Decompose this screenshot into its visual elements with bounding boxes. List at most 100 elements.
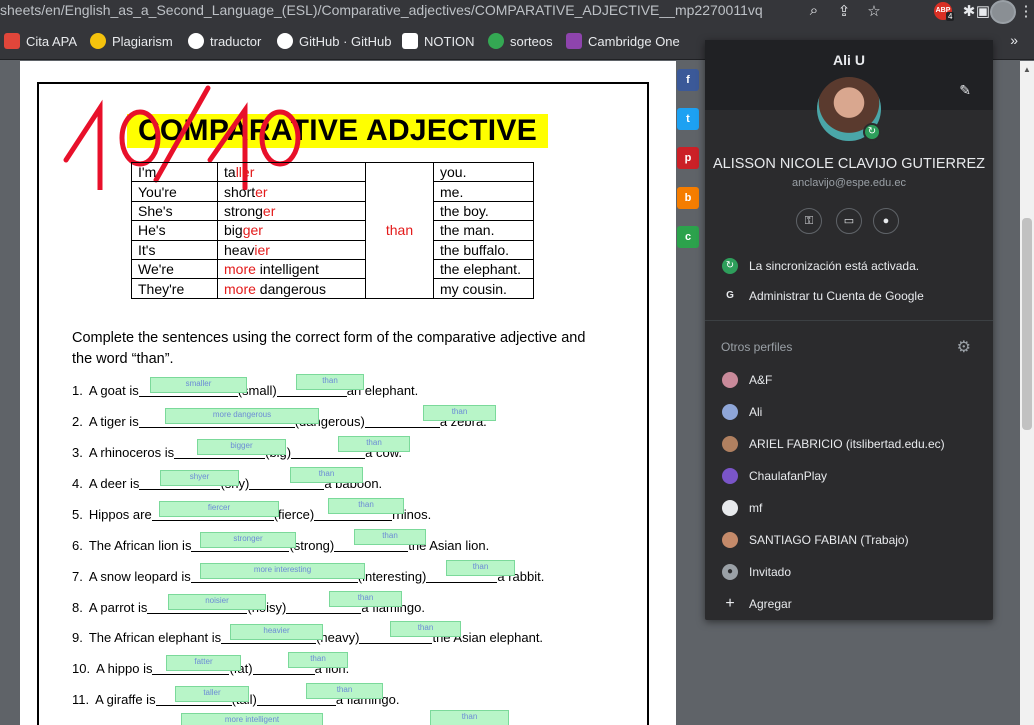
url-text[interactable]: sheets/en/English_as_a_Second_Language_(…	[0, 2, 763, 18]
subject-cell: They're	[131, 278, 218, 299]
question-text: 4.	[72, 476, 83, 491]
answer-input[interactable]: smaller	[150, 377, 247, 393]
star-icon[interactable]: ☆	[864, 2, 884, 20]
answer-input[interactable]: shyer	[160, 470, 239, 486]
facebook-icon[interactable]: f	[677, 69, 699, 91]
object-cell: my cousin.	[433, 278, 534, 299]
answer-input[interactable]: more intelligent	[181, 713, 323, 725]
table-row: We're more intelligent the elephant.	[131, 258, 534, 280]
than-input[interactable]: than	[328, 498, 404, 514]
payment-card-icon[interactable]: ▭	[836, 208, 862, 234]
profile-avatar-button[interactable]	[990, 0, 1016, 24]
answer-input[interactable]: heavier	[230, 624, 323, 640]
profile-item[interactable]: A&F	[705, 372, 993, 392]
more-bookmarks-icon[interactable]: »	[1010, 32, 1018, 48]
answer-input[interactable]: more dangerous	[165, 408, 319, 424]
adjective-cell: more intelligent	[217, 258, 366, 280]
passwords-key-icon[interactable]: ⚿	[796, 208, 822, 234]
profile-item[interactable]: ChaulafanPlay	[705, 468, 993, 488]
bookmark-icon	[4, 33, 20, 49]
guest-profile-row[interactable]: ● Invitado	[705, 564, 993, 584]
question-text: 2.	[72, 414, 83, 429]
than-input[interactable]: than	[290, 467, 363, 483]
subject-cell: We're	[131, 258, 218, 280]
subject-cell: I'm	[131, 161, 218, 183]
classroom-icon[interactable]: c	[677, 226, 699, 248]
share-icon[interactable]: ⇪	[834, 2, 854, 20]
menu-icon[interactable]: ⋮	[1016, 2, 1034, 20]
answer-input[interactable]: fatter	[166, 655, 241, 671]
addresses-location-icon[interactable]: ●	[873, 208, 899, 234]
sync-status-row[interactable]: ↻ La sincronización está activada.	[705, 258, 993, 278]
than-input[interactable]: than	[354, 529, 426, 545]
answer-input[interactable]: fiercer	[159, 501, 279, 517]
question-text: (interesting)	[357, 569, 427, 584]
question-text: Hippos are	[88, 507, 152, 522]
scrollbar-thumb[interactable]	[1022, 218, 1032, 430]
subject-cell: It's	[131, 239, 218, 260]
question-text: A snow leopard is	[88, 569, 191, 584]
toolbar-icons: ⌕ ⇪ ☆ ABP 4 ✱ ▣ ⋮	[764, 0, 1034, 24]
object-cell: the elephant.	[433, 258, 534, 280]
notion-icon	[402, 33, 418, 49]
scroll-up-arrow-icon[interactable]: ▲	[1023, 65, 1031, 74]
adjective-cell: shorter	[217, 181, 366, 202]
object-cell: you.	[433, 161, 534, 183]
bookmark-notion[interactable]: NOTION	[402, 33, 475, 49]
question-text: A hippo is	[96, 661, 153, 676]
than-input[interactable]: than	[288, 652, 348, 668]
profile-avatar-icon	[722, 532, 738, 548]
profile-item-label: A&F	[749, 373, 773, 387]
bookmark-plagiarism[interactable]: Plagiarism	[90, 33, 173, 49]
answer-input[interactable]: stronger	[200, 532, 296, 548]
zoom-icon[interactable]: ⌕	[804, 2, 824, 19]
manage-account-row[interactable]: G Administrar tu Cuenta de Google	[705, 288, 993, 308]
than-input[interactable]: than	[338, 436, 410, 452]
answer-input[interactable]: more interesting	[200, 563, 365, 579]
profile-avatar-icon	[722, 372, 738, 388]
than-cell: than	[365, 162, 434, 299]
add-profile-row[interactable]: + Agregar	[705, 596, 993, 616]
question-text: A giraffe is	[95, 692, 156, 707]
bookmark-traductor[interactable]: traductor	[188, 33, 261, 49]
bookmark-cambridge-one[interactable]: Cambridge One	[566, 33, 680, 49]
profile-item[interactable]: mf	[705, 500, 993, 520]
profile-full-name: ALISSON NICOLE CLAVIJO GUTIERREZ	[712, 156, 986, 172]
than-input[interactable]: than	[306, 683, 383, 699]
profile-item[interactable]: Ali	[705, 404, 993, 424]
adjective-cell: bigger	[217, 220, 366, 241]
question-text: 1.	[72, 383, 83, 398]
profile-avatar-icon	[722, 500, 738, 516]
question-text: 8.	[72, 600, 83, 615]
profile-item-label: ARIEL FABRICIO (itslibertad.edu.ec)	[749, 437, 945, 451]
gear-icon[interactable]: ⚙	[957, 337, 971, 357]
than-input[interactable]: than	[423, 405, 496, 421]
table-row: I'm taller than you.	[131, 161, 534, 299]
table-row: It's heavier the buffalo.	[131, 239, 534, 260]
bookmark-sorteos[interactable]: sorteos	[488, 33, 553, 49]
answer-input[interactable]: bigger	[197, 439, 286, 455]
than-input[interactable]: than	[390, 621, 461, 637]
search-icon	[90, 33, 106, 49]
table-row: They're more dangerous my cousin.	[131, 278, 534, 299]
question-text: 10.	[72, 661, 91, 676]
object-cell: the buffalo.	[433, 239, 534, 260]
bookmark-github[interactable]: GitHub · GitHub	[277, 33, 391, 49]
twitter-icon[interactable]: t	[677, 108, 699, 130]
than-input[interactable]: than	[430, 710, 509, 725]
blogger-icon[interactable]: b	[677, 187, 699, 209]
bookmark-cita-apa[interactable]: Cita APA	[4, 33, 77, 49]
than-input[interactable]: than	[329, 591, 402, 607]
question-text: A parrot is	[88, 600, 148, 615]
question-text: 3.	[72, 445, 83, 460]
google-icon	[188, 33, 204, 49]
profile-item[interactable]: SANTIAGO FABIAN (Trabajo)	[705, 532, 993, 552]
question-text: (fierce)	[273, 507, 315, 522]
than-input[interactable]: than	[296, 374, 364, 390]
edit-pencil-icon[interactable]: ✎	[959, 82, 971, 99]
answer-input[interactable]: noisier	[168, 594, 266, 610]
profile-item[interactable]: ARIEL FABRICIO (itslibertad.edu.ec)	[705, 436, 993, 456]
answer-input[interactable]: taller	[175, 686, 249, 702]
than-input[interactable]: than	[446, 560, 515, 576]
pinterest-icon[interactable]: p	[677, 147, 699, 169]
